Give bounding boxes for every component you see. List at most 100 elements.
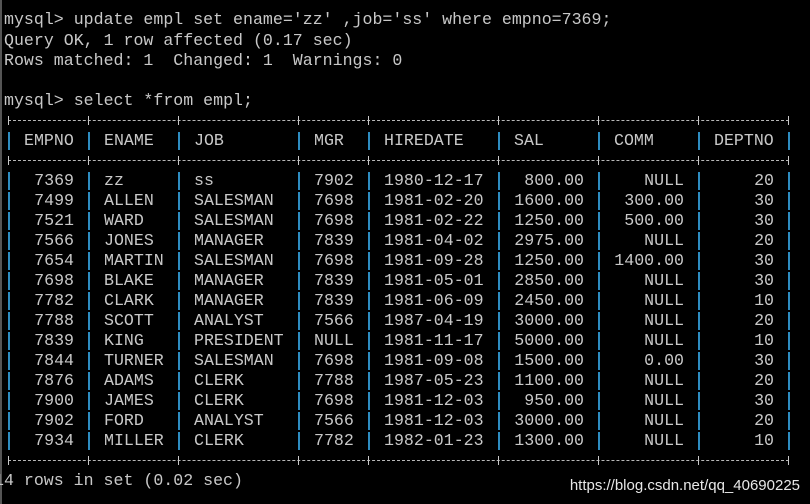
table-cell: 7844 bbox=[34, 351, 74, 370]
table-cell: 7876 bbox=[34, 371, 74, 390]
column-separator bbox=[178, 352, 180, 370]
table-cell: CLERK bbox=[194, 391, 244, 410]
column-separator bbox=[88, 132, 90, 150]
column-separator bbox=[498, 392, 500, 410]
column-separator bbox=[498, 372, 500, 390]
table-cell: BLAKE bbox=[104, 271, 154, 290]
border-corner bbox=[298, 116, 299, 125]
column-separator bbox=[498, 412, 500, 430]
table-cell: 20 bbox=[754, 411, 774, 430]
column-separator bbox=[8, 232, 10, 250]
column-separator bbox=[498, 272, 500, 290]
table-cell: 30 bbox=[754, 271, 774, 290]
column-header: DEPTNO bbox=[714, 131, 774, 150]
column-separator bbox=[698, 232, 700, 250]
column-separator bbox=[178, 252, 180, 270]
table-cell: JAMES bbox=[104, 391, 154, 410]
border-corner bbox=[498, 116, 499, 125]
border-corner bbox=[698, 116, 699, 125]
table-cell: 20 bbox=[754, 231, 774, 250]
border-corner bbox=[178, 156, 179, 165]
column-separator bbox=[368, 332, 370, 350]
column-separator bbox=[368, 312, 370, 330]
column-separator bbox=[88, 192, 90, 210]
column-separator bbox=[8, 132, 10, 150]
column-separator bbox=[178, 132, 180, 150]
column-separator bbox=[88, 352, 90, 370]
table-cell: FORD bbox=[104, 411, 144, 430]
column-separator bbox=[8, 172, 10, 190]
column-separator bbox=[88, 292, 90, 310]
border-corner bbox=[698, 456, 699, 465]
column-separator bbox=[788, 192, 790, 210]
table-cell: NULL bbox=[644, 331, 684, 350]
column-separator bbox=[178, 232, 180, 250]
table-cell: 10 bbox=[754, 291, 774, 310]
table-cell: 20 bbox=[754, 171, 774, 190]
watermark: https://blog.csdn.net/qq_40690225 bbox=[569, 477, 800, 494]
table-cell: zz bbox=[104, 171, 124, 190]
column-separator bbox=[598, 292, 600, 310]
column-separator bbox=[368, 412, 370, 430]
table-border bbox=[8, 120, 789, 121]
border-corner bbox=[598, 456, 599, 465]
table-cell: 1100.00 bbox=[514, 371, 584, 390]
table-cell: 0.00 bbox=[644, 351, 684, 370]
column-separator bbox=[788, 132, 790, 150]
border-corner bbox=[368, 116, 369, 125]
table-cell: NULL bbox=[644, 271, 684, 290]
query-result: Query OK, 1 row affected (0.17 sec) bbox=[4, 31, 353, 50]
table-cell: 1600.00 bbox=[514, 191, 584, 210]
column-separator bbox=[178, 292, 180, 310]
table-cell: 20 bbox=[754, 311, 774, 330]
table-cell: 7566 bbox=[314, 311, 354, 330]
column-separator bbox=[8, 272, 10, 290]
border-corner bbox=[298, 156, 299, 165]
table-cell: 1981-12-03 bbox=[384, 411, 484, 430]
column-separator bbox=[88, 312, 90, 330]
column-separator bbox=[88, 392, 90, 410]
table-cell: 7698 bbox=[314, 391, 354, 410]
border-corner bbox=[498, 456, 499, 465]
column-separator bbox=[8, 292, 10, 310]
column-separator bbox=[498, 172, 500, 190]
column-separator bbox=[88, 332, 90, 350]
column-separator bbox=[88, 272, 90, 290]
column-separator bbox=[298, 352, 300, 370]
column-separator bbox=[598, 172, 600, 190]
command-select: mysql> select *from empl; bbox=[4, 91, 253, 110]
table-cell: 30 bbox=[754, 251, 774, 270]
column-separator bbox=[298, 372, 300, 390]
window-left-edge bbox=[0, 0, 2, 504]
column-separator bbox=[598, 272, 600, 290]
column-separator bbox=[498, 192, 500, 210]
column-separator bbox=[788, 272, 790, 290]
table-cell: 1981-09-28 bbox=[384, 251, 484, 270]
column-separator bbox=[788, 352, 790, 370]
table-cell: 2850.00 bbox=[514, 271, 584, 290]
border-corner bbox=[88, 456, 89, 465]
table-cell: 30 bbox=[754, 391, 774, 410]
table-cell: 7839 bbox=[314, 271, 354, 290]
table-cell: 7698 bbox=[34, 271, 74, 290]
rows-matched: Rows matched: 1 Changed: 1 Warnings: 0 bbox=[4, 51, 403, 70]
table-cell: 30 bbox=[754, 191, 774, 210]
column-separator bbox=[178, 212, 180, 230]
table-cell: NULL bbox=[644, 171, 684, 190]
column-separator bbox=[298, 132, 300, 150]
column-separator bbox=[8, 332, 10, 350]
table-cell: 7698 bbox=[314, 211, 354, 230]
table-cell: 7698 bbox=[314, 251, 354, 270]
border-corner bbox=[368, 456, 369, 465]
column-separator bbox=[698, 352, 700, 370]
column-separator bbox=[8, 192, 10, 210]
table-cell: 7788 bbox=[314, 371, 354, 390]
table-cell: MANAGER bbox=[194, 271, 264, 290]
column-header: ENAME bbox=[104, 131, 154, 150]
column-separator bbox=[598, 132, 600, 150]
column-separator bbox=[178, 392, 180, 410]
column-separator bbox=[788, 372, 790, 390]
column-separator bbox=[598, 392, 600, 410]
column-header: MGR bbox=[314, 131, 344, 150]
table-cell: MARTIN bbox=[104, 251, 164, 270]
